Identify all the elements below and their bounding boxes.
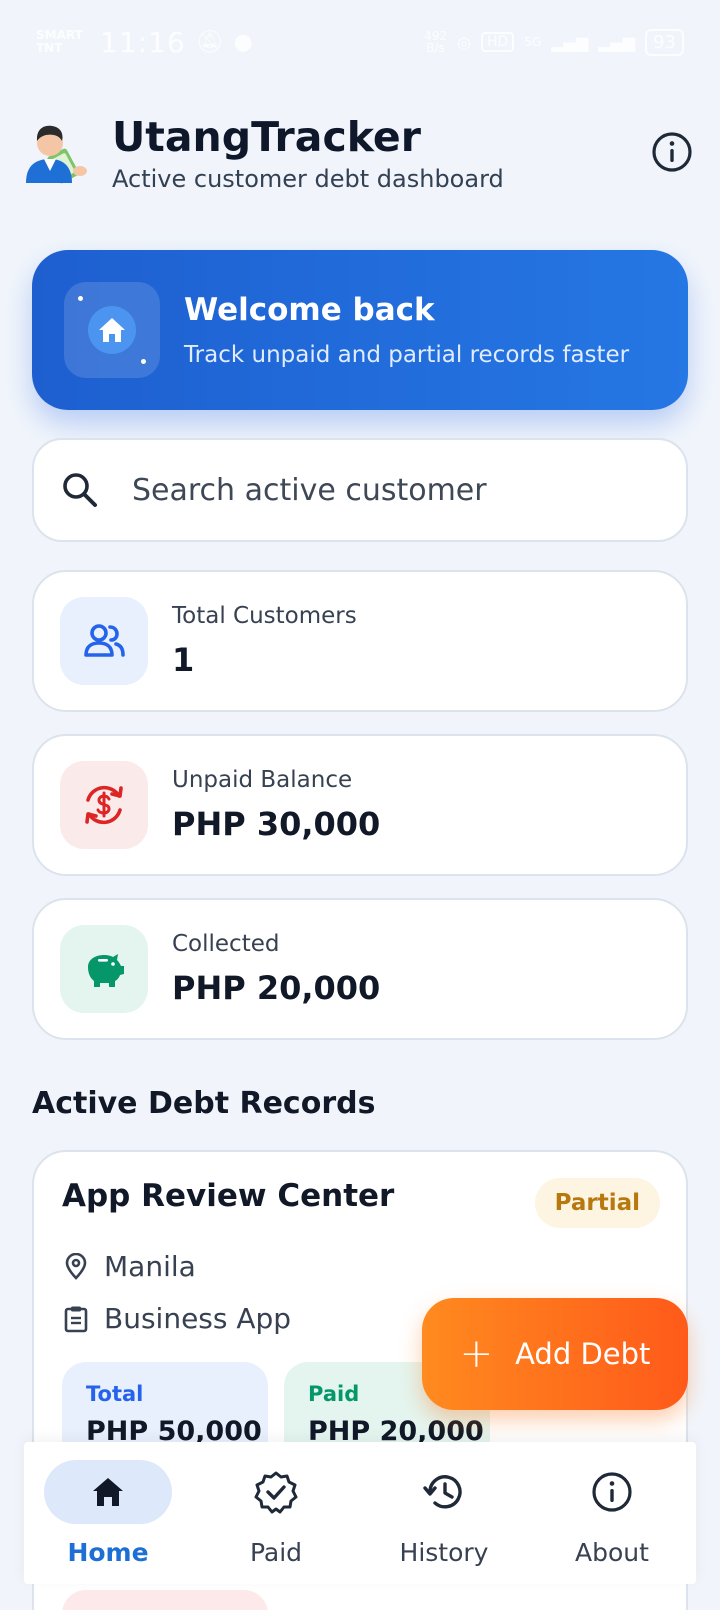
- location-pin-icon: [62, 1252, 90, 1281]
- stat-label: Total Customers: [172, 603, 357, 629]
- avatar: [26, 125, 87, 184]
- stat-card-unpaid-balance: Unpaid Balance PHP 30,000: [32, 734, 688, 876]
- nav-label: About: [575, 1538, 649, 1567]
- network-speed: 492 B/s: [424, 29, 448, 55]
- search-input[interactable]: [132, 472, 632, 508]
- add-debt-label: Add Debt: [515, 1337, 651, 1371]
- carrier-label: SMART TNT: [36, 28, 83, 55]
- info-button[interactable]: [648, 128, 696, 176]
- stat-value: PHP 20,000: [172, 969, 381, 1007]
- nav-item-paid[interactable]: Paid: [192, 1442, 360, 1584]
- clipboard-icon: [62, 1305, 90, 1333]
- plus-icon: +: [459, 1331, 494, 1377]
- status-time: 11:16: [100, 25, 186, 59]
- app-header: UtangTracker Active customer debt dashbo…: [24, 108, 696, 198]
- nav-label: History: [399, 1538, 489, 1567]
- stat-value: 1: [172, 641, 195, 679]
- nav-item-home[interactable]: Home: [24, 1442, 192, 1584]
- bottom-navigation: Home Paid History About: [24, 1442, 696, 1584]
- welcome-title: Welcome back: [184, 292, 435, 328]
- welcome-subtitle: Track unpaid and partial records faster: [184, 342, 630, 368]
- group-icon: [84, 624, 125, 657]
- history-icon: [423, 1475, 462, 1509]
- home-icon: [88, 306, 136, 354]
- signal-5g-label: 5G: [524, 35, 542, 49]
- signal-bars-icon: ▂▄▆: [598, 32, 636, 52]
- signal-bars-icon: ▂▄▆: [551, 32, 589, 52]
- stat-card-collected: Collected PHP 20,000: [32, 898, 688, 1040]
- stat-label: Collected: [172, 931, 280, 957]
- section-title: Active Debt Records: [32, 1086, 376, 1121]
- stat-icon-box: [60, 925, 148, 1013]
- hotspot-icon: ◎: [457, 32, 471, 52]
- record-category-row: Business App: [62, 1302, 291, 1335]
- stat-icon-box: [60, 597, 148, 685]
- piggy-bank-icon: [88, 954, 124, 987]
- record-customer-name: App Review Center: [62, 1178, 395, 1214]
- nav-label: Paid: [249, 1538, 303, 1567]
- nav-label: Home: [67, 1538, 149, 1567]
- messenger-icon: ●: [233, 29, 253, 55]
- info-icon: [592, 1472, 632, 1512]
- home-icon: [93, 1478, 123, 1506]
- stat-label: Unpaid Balance: [172, 767, 353, 793]
- status-bar: SMART TNT 11:16 🔕︎ ● 492 B/s ◎ HD 5G ▂▄▆…: [0, 0, 720, 84]
- welcome-banner: Welcome back Track unpaid and partial re…: [32, 250, 688, 410]
- bell-off-icon: 🔕︎: [195, 29, 224, 55]
- info-icon: [652, 132, 692, 172]
- battery-level: 93: [645, 28, 684, 56]
- nav-item-about[interactable]: About: [528, 1442, 696, 1584]
- stat-value: PHP 30,000: [172, 805, 381, 843]
- add-debt-button[interactable]: + Add Debt: [422, 1298, 688, 1410]
- nav-item-history[interactable]: History: [360, 1442, 528, 1584]
- verified-badge-icon: [254, 1471, 298, 1514]
- app-title: UtangTracker: [112, 113, 421, 161]
- app-subtitle: Active customer debt dashboard: [112, 165, 504, 193]
- search-bar[interactable]: [32, 438, 688, 542]
- record-category: Business App: [104, 1302, 292, 1335]
- record-location: Manila: [104, 1250, 196, 1283]
- status-badge: Partial: [534, 1178, 660, 1228]
- currency-exchange-icon: [85, 785, 123, 825]
- record-location-row: Manila: [62, 1250, 196, 1283]
- welcome-icon-box: [64, 282, 160, 378]
- remaining-amount-box: [62, 1590, 268, 1610]
- stat-card-total-customers: Total Customers 1: [32, 570, 688, 712]
- hd-badge: HD: [481, 32, 515, 52]
- total-label: Total: [86, 1382, 144, 1406]
- search-icon: [63, 473, 97, 507]
- stat-icon-box: [60, 761, 148, 849]
